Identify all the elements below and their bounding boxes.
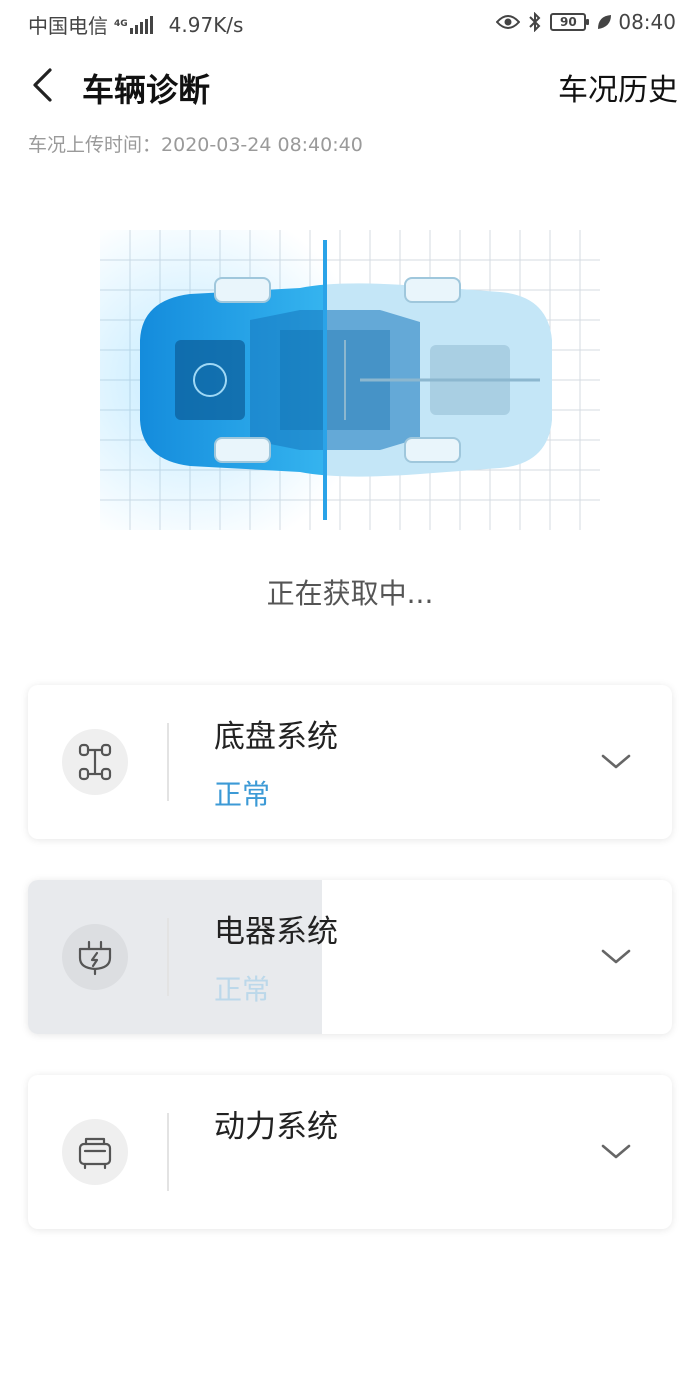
app-header: 车辆诊断 车况历史 [0,55,700,115]
system-state: 正常 [214,778,271,811]
loading-status: 正在获取中... [266,577,434,610]
system-card-electric[interactable]: 电器系统 正常 [28,880,672,1034]
system-name: 底盘系统 [214,719,338,755]
chevron-down-icon[interactable] [600,944,632,968]
history-button[interactable]: 车况历史 [558,65,678,109]
card-divider [167,918,169,996]
signal-icon [129,15,155,34]
clock: 08:40 [618,10,676,34]
battery-icon: 90 [550,13,590,31]
chevron-left-icon [33,68,52,102]
upload-time: 车况上传时间：2020-03-24 08:40:40 [28,130,363,157]
upload-time-label: 车况上传时间： [28,134,162,156]
back-button[interactable] [22,63,62,107]
chevron-down-icon[interactable] [600,1139,632,1163]
system-state: 正常 [214,973,271,1006]
upload-time-value: 2020-03-24 08:40:40 [161,134,363,156]
car-illustration [100,230,600,530]
network-type: 4G [114,19,128,29]
system-card-chassis[interactable]: 底盘系统 正常 [28,685,672,839]
chassis-icon [62,729,128,795]
engine-icon [62,1119,128,1185]
electric-plug-icon [62,924,128,990]
carrier-name: 中国电信 [28,14,108,38]
card-divider [167,723,169,801]
chevron-down-icon[interactable] [600,749,632,773]
system-card-power[interactable]: 动力系统 [28,1075,672,1229]
leaf-icon [596,13,612,31]
page-title: 车辆诊断 [82,71,211,109]
battery-level: 90 [550,13,590,31]
system-name: 动力系统 [214,1109,338,1145]
status-bar: 中国电信 4G 4.97K/s 90 08:40 [0,0,700,50]
scan-line [323,240,327,520]
network-speed: 4.97K/s [168,12,244,37]
bluetooth-icon [528,12,542,32]
card-divider [167,1113,169,1191]
eye-icon [496,14,521,30]
system-name: 电器系统 [214,914,338,950]
status-bar-right: 90 08:40 [488,10,676,34]
status-bar-left: 中国电信 4G 4.97K/s [28,10,243,39]
